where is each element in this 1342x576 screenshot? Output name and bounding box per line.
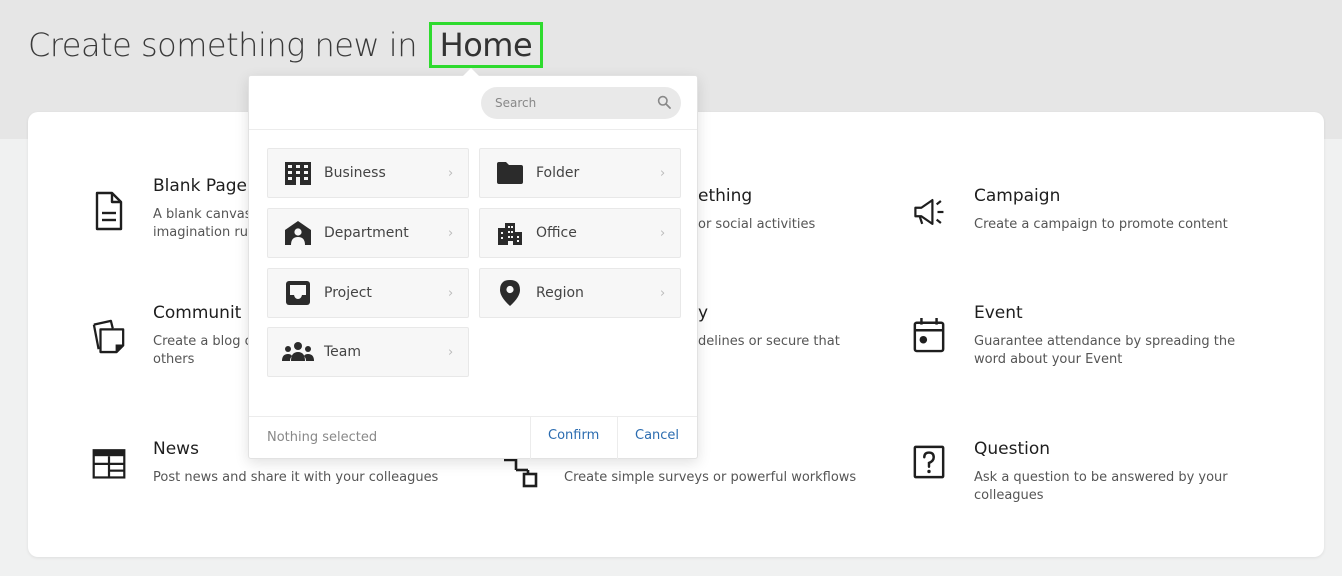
search-input[interactable] — [481, 87, 681, 119]
location-type-region[interactable]: Region › — [479, 268, 681, 318]
option-description: or social activities — [698, 217, 816, 232]
option-title: Blank Page — [153, 176, 247, 196]
location-type-label: Region — [536, 285, 584, 301]
option-title: Communit — [153, 303, 242, 323]
location-type-office[interactable]: Office › — [479, 208, 681, 258]
location-type-label: Business — [324, 165, 386, 181]
megaphone-icon — [914, 198, 944, 226]
option-title: ething — [698, 186, 753, 206]
location-type-project[interactable]: Project › — [267, 268, 469, 318]
chevron-right-icon: › — [448, 285, 454, 301]
chevron-right-icon: › — [660, 285, 666, 301]
chevron-right-icon: › — [660, 165, 666, 181]
option-description: Ask a question to be answered by your co… — [974, 470, 1228, 503]
chevron-right-icon: › — [448, 344, 454, 360]
chevron-right-icon: › — [660, 225, 666, 241]
location-type-label: Office — [536, 225, 577, 241]
location-pin-icon — [494, 280, 526, 306]
location-type-team[interactable]: Team › — [267, 327, 469, 377]
team-icon — [282, 339, 314, 365]
option-campaign[interactable]: Campaign Create a campaign to promote co… — [912, 186, 1252, 258]
building-icon — [282, 160, 314, 186]
divider — [249, 416, 697, 417]
option-event[interactable]: Event Guarantee attendance by spreading … — [912, 303, 1252, 374]
location-type-folder[interactable]: Folder › — [479, 148, 681, 198]
option-description: Create a campaign to promote content — [974, 217, 1228, 232]
location-type-label: Project — [324, 285, 372, 301]
popup-arrow — [463, 68, 479, 76]
cancel-button[interactable]: Cancel — [635, 428, 679, 443]
question-icon — [913, 445, 945, 479]
option-description: Post news and share it with your colleag… — [153, 470, 439, 485]
location-selector[interactable]: Home — [428, 22, 544, 68]
option-title: y — [698, 303, 709, 323]
office-icon — [494, 220, 526, 246]
chevron-right-icon: › — [448, 165, 454, 181]
divider — [617, 417, 618, 459]
location-type-label: Folder — [536, 165, 580, 181]
newspaper-icon — [92, 449, 126, 479]
inbox-icon — [282, 280, 314, 306]
option-title: Question — [974, 439, 1051, 459]
page-title: Create something new in Home — [28, 22, 544, 68]
option-description: A blank canvas imagination ru — [153, 207, 252, 240]
location-type-label: Team — [324, 344, 362, 360]
option-title: News — [153, 439, 199, 459]
folder-icon — [494, 160, 526, 186]
calendar-icon — [913, 318, 945, 353]
location-type-label: Department — [324, 225, 409, 241]
option-description: Create simple surveys or powerful workfl… — [564, 470, 857, 485]
location-type-business[interactable]: Business › — [267, 148, 469, 198]
divider — [530, 417, 531, 459]
option-question[interactable]: Question Ask a question to be answered b… — [912, 439, 1252, 510]
option-title: Campaign — [974, 186, 1061, 206]
option-title: Event — [974, 303, 1023, 323]
page-title-prefix: Create something new in — [28, 26, 417, 64]
document-icon — [95, 191, 123, 231]
chevron-right-icon: › — [448, 225, 454, 241]
option-description: Guarantee attendance by spreading the wo… — [974, 334, 1236, 367]
search-icon[interactable] — [657, 95, 671, 109]
option-description: delines or secure that — [698, 334, 840, 349]
location-picker-popup: Business › Folder › Department › — [248, 68, 698, 459]
option-description: Create a blog o others — [153, 334, 253, 367]
location-type-department[interactable]: Department › — [267, 208, 469, 258]
confirm-button[interactable]: Confirm — [548, 428, 599, 443]
selection-status: Nothing selected — [267, 430, 378, 445]
pages-icon — [92, 319, 125, 354]
department-icon — [282, 220, 314, 246]
divider — [249, 129, 697, 130]
